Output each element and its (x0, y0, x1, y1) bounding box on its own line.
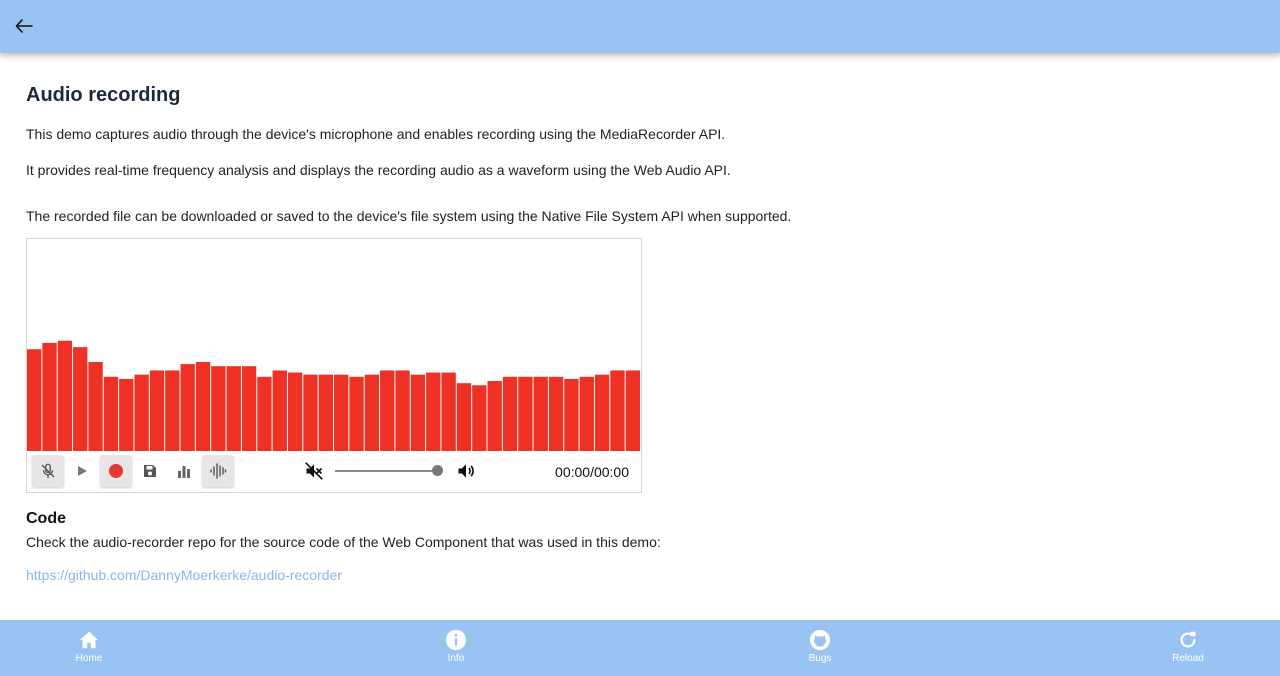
save-icon (144, 465, 156, 477)
frequency-bar (149, 370, 165, 451)
volume-up-icon (458, 464, 474, 478)
page-title: Audio recording (26, 84, 181, 106)
frequency-bar (195, 361, 211, 451)
frequency-bar (318, 374, 333, 451)
frequency-bar (349, 376, 364, 451)
info-icon (445, 629, 467, 651)
volume-off-icon (305, 462, 323, 480)
frequency-bar (134, 374, 149, 451)
frequency-bar (426, 372, 441, 451)
frequency-bar (579, 376, 594, 451)
frequency-bar (334, 374, 349, 451)
description-paragraph: The recorded file can be downloaded or s… (26, 208, 792, 224)
frequency-bar (241, 366, 257, 451)
frequency-bar (303, 374, 318, 451)
waveform-view-button[interactable] (202, 455, 234, 487)
frequency-bar (564, 378, 579, 451)
frequency-bar (73, 347, 88, 451)
nav-home-label: Home (75, 653, 103, 664)
frequency-bar (180, 364, 195, 451)
nav-info[interactable]: Info (416, 629, 496, 664)
description-paragraph: This demo captures audio through the dev… (26, 126, 726, 142)
frequency-bar (441, 372, 456, 451)
frequency-bar (103, 376, 119, 451)
bottom-nav-bar: Home Info Bugs Reload (0, 620, 1280, 676)
back-button[interactable] (12, 14, 36, 38)
volume-up-button[interactable] (452, 455, 480, 487)
frequency-bar (548, 376, 564, 451)
arrow-left-icon (15, 19, 33, 33)
frequency-bar (272, 370, 287, 451)
nav-reload-label: Reload (1172, 653, 1204, 664)
audio-recorder: 00:00/00:00 (26, 238, 642, 493)
nav-bugs-label: Bugs (808, 653, 832, 664)
code-heading: Code (26, 510, 66, 527)
play-icon (78, 466, 87, 476)
waveform-icon (210, 463, 227, 479)
frequency-bar (472, 385, 487, 451)
frequency-visualizer (27, 340, 640, 451)
frequency-bar (533, 376, 548, 451)
time-display: 00:00/00:00 (555, 464, 629, 480)
repo-link[interactable]: https://github.com/DannyMoerkerke/audio-… (26, 567, 342, 583)
volume-slider[interactable] (335, 465, 444, 476)
description-paragraph: It provides real-time frequency analysis… (26, 162, 731, 178)
save-button[interactable] (134, 455, 166, 487)
mute-button[interactable] (300, 455, 328, 487)
main-content: Audio recording This demo captures audio… (26, 84, 1256, 585)
frequency-bar (211, 366, 226, 451)
frequency-bar (625, 370, 640, 451)
reload-icon (1180, 631, 1196, 648)
nav-info-label: Info (447, 653, 465, 664)
record-button[interactable] (100, 455, 132, 487)
nav-bugs[interactable]: Bugs (780, 629, 860, 664)
home-icon (79, 631, 99, 649)
github-icon (809, 629, 831, 651)
frequency-view-button[interactable] (168, 455, 200, 487)
mic-off-icon (41, 463, 55, 478)
frequency-bar (287, 372, 303, 451)
play-button[interactable] (66, 455, 98, 487)
frequency-bar (27, 349, 42, 451)
volume-slider-handle[interactable] (432, 465, 444, 476)
frequency-bar (226, 366, 241, 451)
recorder-controls: 00:00/00:00 (27, 451, 641, 492)
frequency-bar (610, 370, 625, 451)
frequency-bar (42, 342, 57, 451)
frequency-bar (410, 374, 426, 451)
top-app-bar (0, 0, 1280, 53)
nav-home[interactable]: Home (49, 629, 129, 664)
record-icon (109, 464, 123, 478)
frequency-bar (119, 378, 134, 451)
frequency-bar (456, 383, 472, 451)
frequency-bar (257, 376, 272, 451)
frequency-bar (518, 376, 533, 451)
frequency-bar (165, 370, 180, 451)
frequency-bar (364, 374, 380, 451)
nav-reload[interactable]: Reload (1148, 629, 1228, 664)
frequency-bar (502, 376, 518, 451)
mic-toggle-button[interactable] (32, 455, 64, 487)
frequency-bar (57, 340, 73, 451)
frequency-bar (594, 374, 610, 451)
frequency-bar (487, 381, 502, 451)
frequency-bar (395, 370, 410, 451)
code-description: Check the audio-recorder repo for the so… (26, 534, 661, 550)
frequency-bar (88, 361, 103, 451)
frequency-bar (380, 370, 395, 451)
bar-chart-icon (178, 466, 190, 478)
